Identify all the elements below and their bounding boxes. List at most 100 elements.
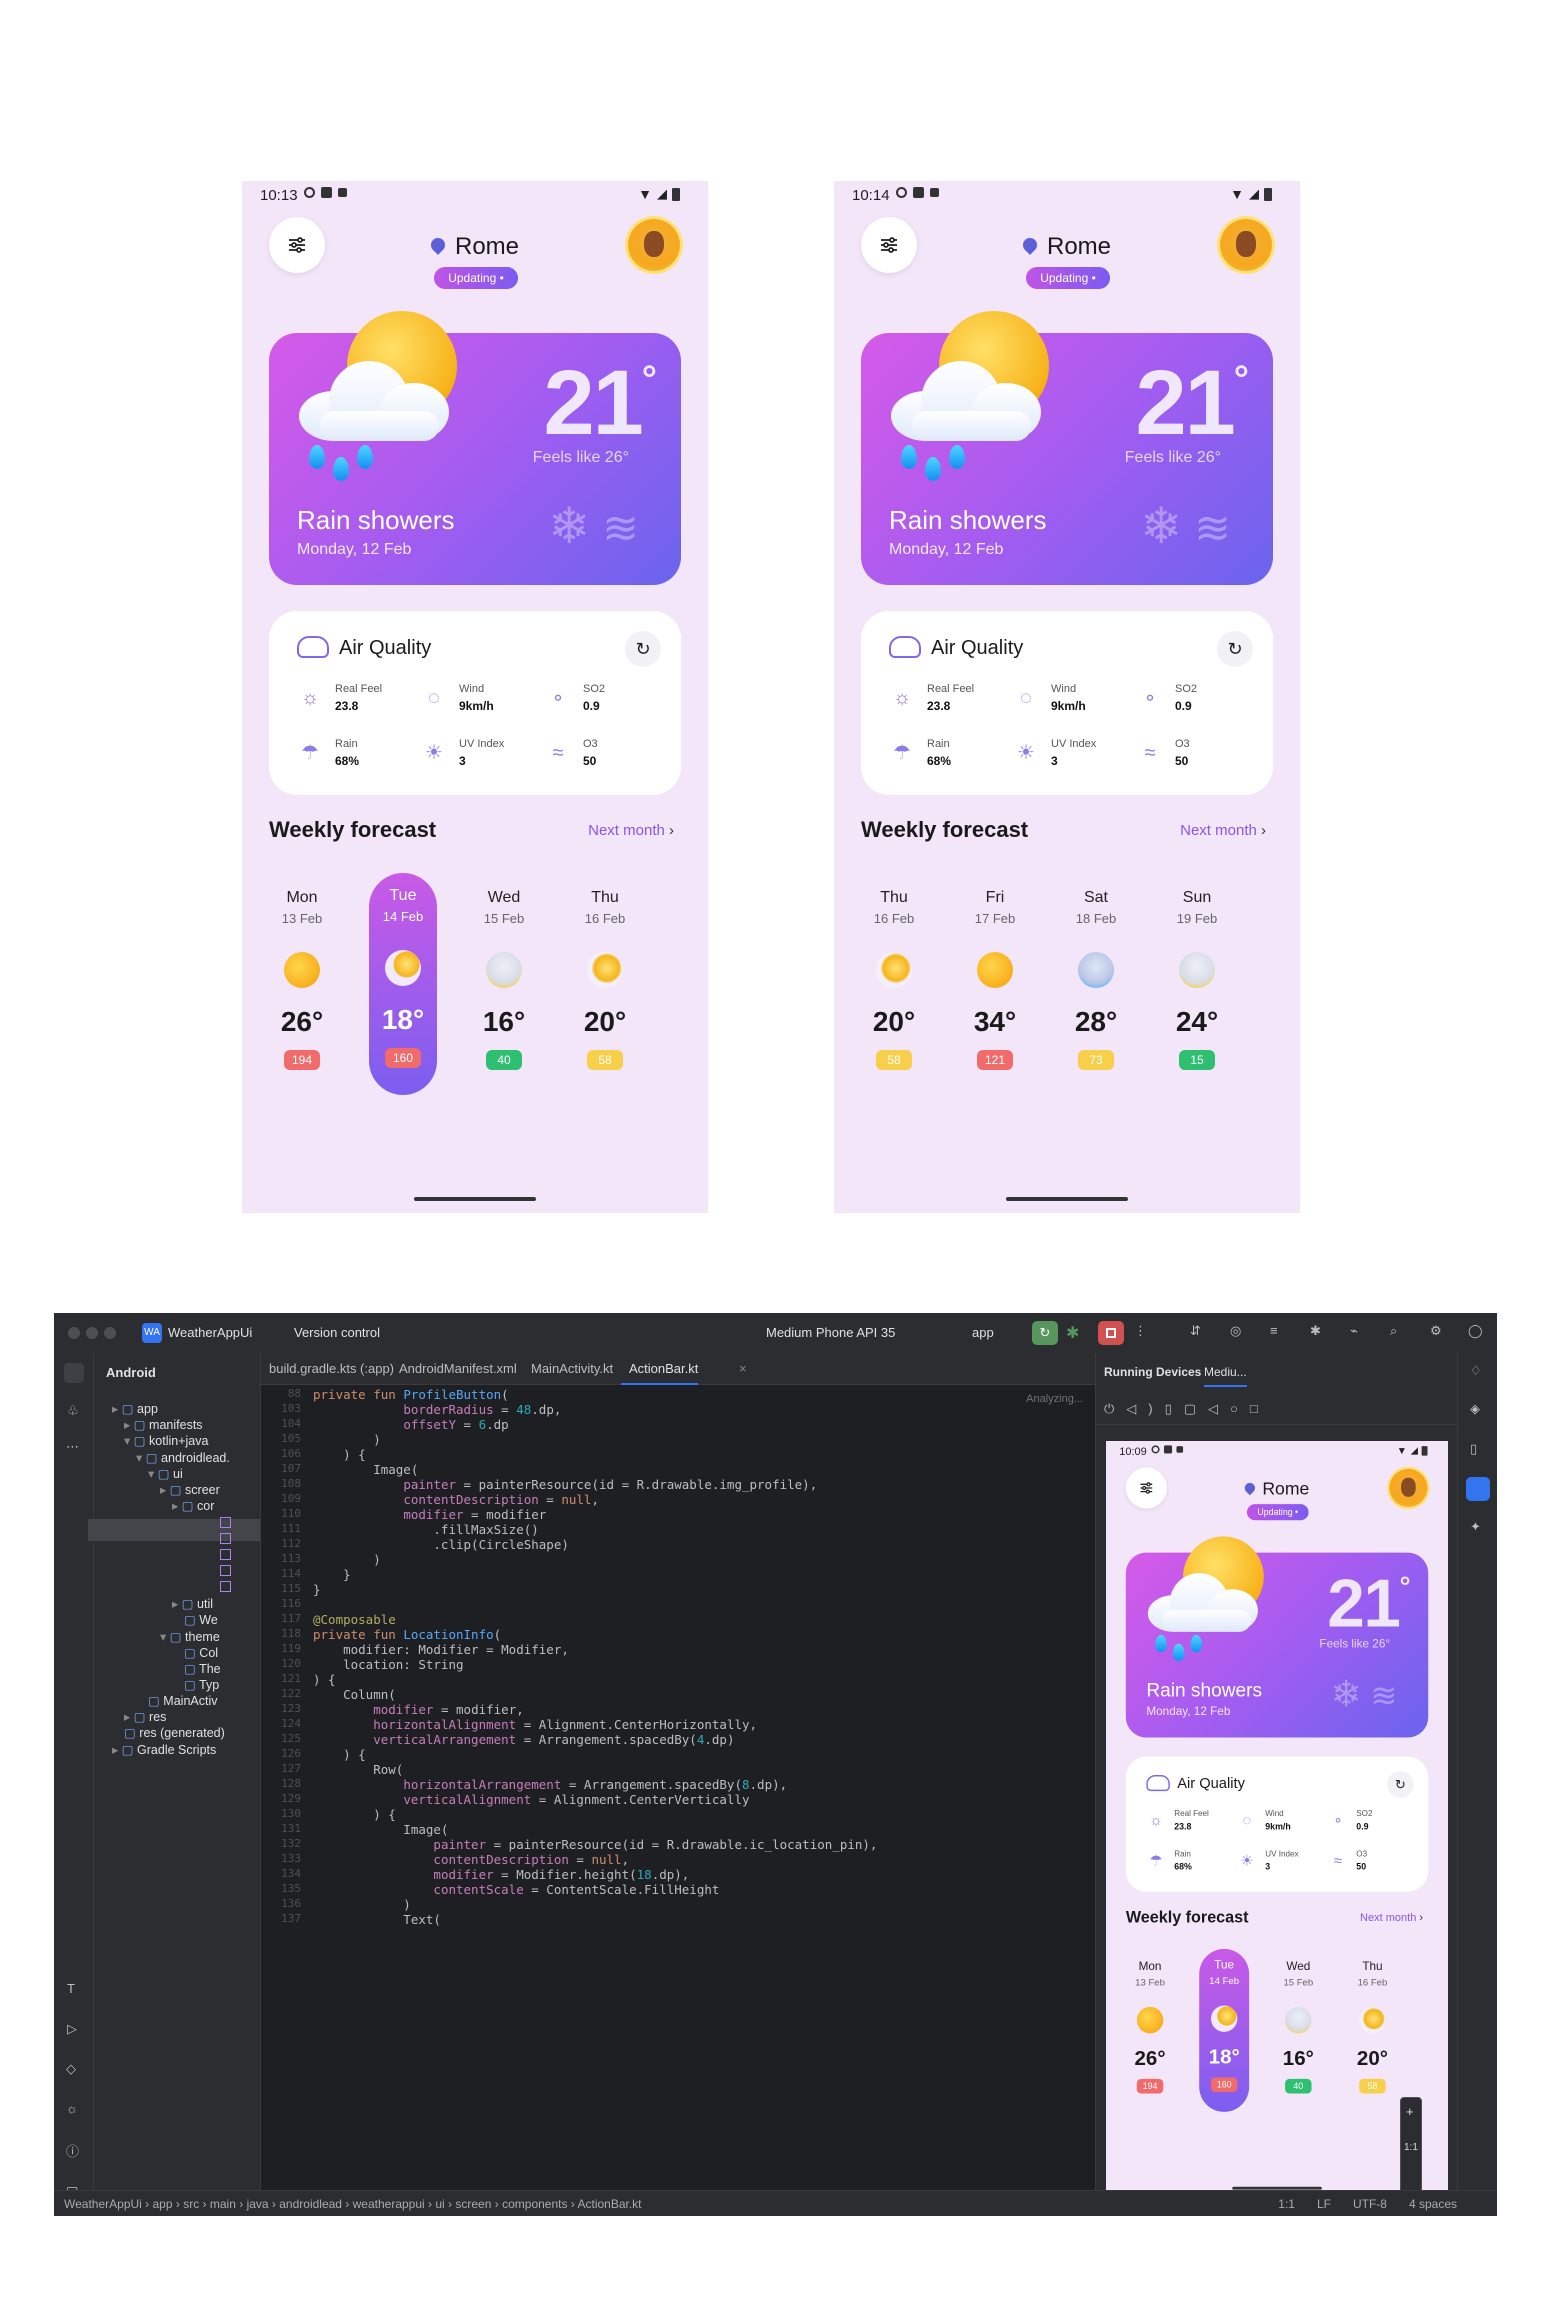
breadcrumb-item[interactable]: java [247,2197,269,2211]
forecast-day[interactable]: Thu 16 Feb 20° 58 [1347,1950,1397,2094]
notifications-icon[interactable]: ♢ [1470,1363,1482,1379]
layout-icon[interactable]: ≡ [1270,1323,1278,1338]
code-line[interactable]: verticalAlignment = Alignment.CenterVert… [313,1792,749,1807]
expand-chevron-icon[interactable]: ▸ [172,1499,182,1513]
refresh-button[interactable]: ↻ [625,631,661,667]
profile-avatar[interactable] [1220,219,1272,271]
folder-icon[interactable] [64,1363,84,1383]
expand-chevron-icon[interactable]: ▸ [172,1597,182,1611]
status-item[interactable]: 1:1 [1278,2197,1295,2211]
device-manager-icon[interactable]: ▯ [1470,1441,1477,1457]
code-line[interactable]: verticalArrangement = Arrangement.spaced… [313,1732,734,1747]
profile-avatar[interactable] [628,219,680,271]
home-indicator[interactable] [1006,1197,1128,1201]
forecast-day[interactable]: Wed 15 Feb 16° 40 [1273,1950,1323,2094]
close-tab-icon[interactable]: × [739,1361,747,1376]
forecast-day[interactable]: Mon 13 Feb 26° 194 [1125,1950,1175,2094]
tree-item[interactable]: ▾ ▢ kotlin+java [124,1433,208,1448]
kotlin-file-icon[interactable] [220,1581,231,1592]
breadcrumb-item[interactable]: ActionBar.kt [577,2197,641,2211]
account-icon[interactable]: ◯ [1468,1323,1483,1339]
gradle-tab[interactable]: build.gradle.kts (:app) [261,1353,394,1385]
code-line[interactable]: borderRadius = 48.dp, [313,1402,561,1417]
breadcrumb-item[interactable]: screen [455,2197,491,2211]
tree-item[interactable]: ▢ res (generated) [124,1725,225,1740]
forecast-day[interactable]: Tue 14 Feb 18° 160 [1199,1948,1250,2112]
gear-icon[interactable]: ⚙ [1430,1323,1442,1339]
code-line[interactable]: horizontalArrangement = Arrangement.spac… [313,1777,787,1792]
forecast-day[interactable]: Fri 17 Feb 34° 121 [961,875,1029,1070]
code-line[interactable]: ) { [313,1807,396,1822]
debug-icon[interactable]: ✱ [1066,1323,1079,1343]
breadcrumb-item[interactable]: androidlead [279,2197,342,2211]
next-month-link[interactable]: Next month › [588,822,674,839]
stop-icon[interactable] [1098,1321,1124,1345]
expand-chevron-icon[interactable]: ▸ [112,1743,122,1757]
breadcrumb-item[interactable]: WeatherAppUi [64,2197,142,2211]
main-activity-tab[interactable]: MainActivity.kt [523,1353,613,1385]
breadcrumb-item[interactable]: app [153,2197,173,2211]
view-mode-dropdown[interactable]: Android [106,1365,156,1380]
tree-item[interactable]: ▸ ▢ manifests [124,1417,203,1432]
project-name-dropdown[interactable]: WeatherAppUi [168,1325,252,1340]
mirrored-device-screen[interactable]: 10:09 ▼ ◢ Rome Updating • 21° Feels like 26° Ra… [1106,1441,1448,2201]
code-line[interactable]: Image( [313,1822,448,1837]
code-line[interactable]: } [313,1567,351,1582]
expand-chevron-icon[interactable]: ▸ [124,1418,134,1432]
device-selector[interactable]: Medium Phone API 35 [766,1325,895,1340]
breadcrumb-item[interactable]: weatherappui [353,2197,425,2211]
home-indicator[interactable] [414,1197,536,1201]
maximize-window-button[interactable] [104,1327,116,1339]
code-line[interactable]: contentScale = ContentScale.FillHeight [313,1882,719,1897]
vcs-dropdown[interactable]: Version control [294,1325,380,1340]
code-line[interactable]: Column( [313,1687,396,1702]
forecast-day[interactable]: Tue 14 Feb 18° 160 [369,873,437,1095]
gradle-icon[interactable]: ◈ [1470,1401,1480,1417]
breadcrumb-item[interactable]: ui [435,2197,444,2211]
expand-chevron-icon[interactable]: ▸ [160,1483,170,1497]
emulator-toolbar[interactable]: ⏻◁)▯▢◁○□ [1096,1395,1457,1425]
tree-item[interactable]: ▢ We [184,1612,218,1627]
code-line[interactable]: .clip(CircleShape) [313,1537,568,1552]
device-tab[interactable]: Mediu... [1204,1365,1247,1387]
forecast-day[interactable]: Mon 13 Feb 26° 194 [268,875,336,1070]
code-line[interactable]: Text( [313,1912,441,1927]
manifest-tab[interactable]: AndroidManifest.xml [391,1353,517,1385]
tree-item[interactable]: ▾ ▢ androidlead. [136,1450,230,1465]
code-line[interactable]: Row( [313,1762,403,1777]
run-icon[interactable]: ▷ [67,2021,77,2037]
tree-item[interactable]: ▸ ▢ screer [160,1482,220,1497]
tree-item[interactable]: ▢ Typ [184,1677,219,1692]
breadcrumb-item[interactable]: components [502,2197,567,2211]
bug-icon[interactable]: ✱ [1310,1323,1321,1339]
tree-item[interactable]: ▸ ▢ Gradle Scripts [112,1742,216,1757]
kotlin-file-icon[interactable] [220,1549,231,1560]
status-item[interactable]: 4 spaces [1409,2197,1457,2211]
next-month-link[interactable]: Next month › [1180,822,1266,839]
minimize-window-button[interactable] [86,1327,98,1339]
expand-chevron-icon[interactable]: ▾ [136,1451,146,1465]
tree-item[interactable]: ▾ ▢ ui [148,1466,183,1481]
tree-item[interactable]: ▸ ▢ cor [172,1498,214,1513]
zoom-controls[interactable]: + 1:1 [1400,2097,1422,2201]
run-config-selector[interactable]: app [972,1325,994,1340]
tree-item[interactable]: ▸ ▢ app [112,1401,158,1416]
code-line[interactable]: modifier = Modifier.height(18.dp), [313,1867,689,1882]
code-line[interactable]: modifier: Modifier = Modifier, [313,1642,569,1657]
profiler-icon[interactable]: ⌁ [1350,1323,1358,1339]
code-line[interactable]: modifier = modifier [313,1507,546,1522]
expand-chevron-icon[interactable]: ▾ [148,1467,158,1481]
more-tools-icon[interactable]: ⋯ [66,1439,79,1455]
forecast-day[interactable]: Thu 16 Feb 20° 58 [860,875,928,1070]
code-line[interactable]: ) [313,1552,381,1567]
code-line[interactable]: ) { [313,1747,366,1762]
zoom-ratio[interactable]: 1:1 [1404,2142,1418,2153]
forecast-day[interactable]: Sun 19 Feb 24° 15 [1163,875,1231,1070]
expand-chevron-icon[interactable]: ▾ [160,1630,170,1644]
code-line[interactable]: .fillMaxSize() [313,1522,538,1537]
structure-icon[interactable]: ♧ [67,1403,79,1419]
expand-chevron-icon[interactable]: ▸ [124,1710,134,1724]
code-line[interactable]: ) [313,1897,411,1912]
code-line[interactable]: painter = painterResource(id = R.drawabl… [313,1477,817,1492]
forecast-day[interactable]: Wed 15 Feb 16° 40 [470,875,538,1070]
